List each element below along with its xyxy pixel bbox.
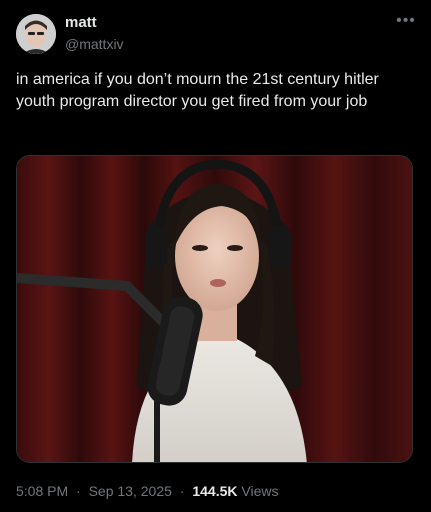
tweet-media[interactable] (16, 155, 413, 463)
video-still-image (17, 156, 412, 462)
tweet-date[interactable]: Sep 13, 2025 (89, 483, 172, 499)
user-handle[interactable]: @mattxiv (65, 36, 124, 53)
tweet-meta: 5:08 PM · Sep 13, 2025 · 144.5K Views (16, 483, 278, 500)
views-count[interactable]: 144.5K (192, 483, 237, 499)
views-label: Views (241, 483, 279, 499)
avatar[interactable] (16, 14, 56, 54)
separator: · (179, 483, 185, 499)
tweet-time[interactable]: 5:08 PM (16, 483, 68, 499)
separator: · (76, 483, 81, 499)
more-horizontal-icon: ••• (396, 12, 416, 29)
display-name[interactable]: matt (65, 14, 97, 32)
more-options-button[interactable]: ••• (395, 12, 417, 32)
tweet-card: matt @mattxiv ••• in america if you don’… (0, 0, 431, 512)
tweet-text: in america if you don’t mourn the 21st c… (16, 71, 379, 110)
user-avatar-icon (16, 14, 56, 54)
